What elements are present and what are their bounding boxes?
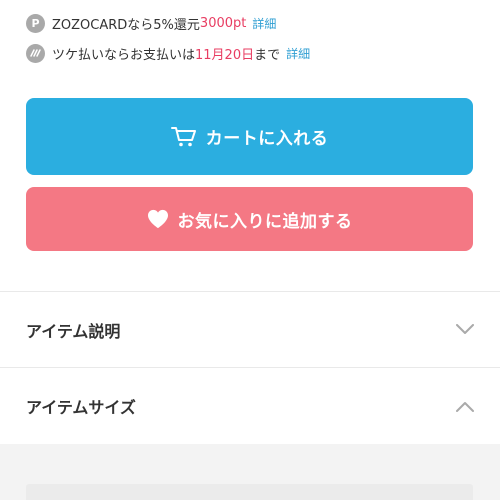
chevron-up-icon: [456, 401, 474, 412]
accordion-item-description[interactable]: アイテム説明: [0, 292, 500, 367]
promo-tsuke: ツケ払いならお支払いは 11月20日 まで 詳細: [26, 40, 310, 66]
promo-text: ZOZOCARDなら5%還元: [52, 17, 200, 33]
size-table-container: [26, 484, 473, 500]
promo-text: ツケ払いならお支払いは: [52, 47, 196, 63]
cart-icon: [170, 126, 196, 146]
promo-detail-link[interactable]: 詳細: [252, 15, 276, 32]
add-to-favorites-button[interactable]: お気に入りに追加する: [26, 187, 473, 251]
add-to-cart-label: カートに入れる: [205, 129, 329, 149]
accordion-title: アイテムサイズ: [26, 398, 136, 417]
accordion-title: アイテム説明: [26, 321, 121, 341]
heart-icon: [147, 209, 168, 229]
promo-text-after: まで: [254, 47, 281, 63]
p-point-icon: P: [26, 13, 45, 33]
tsuke-icon: [26, 43, 45, 63]
add-to-cart-button[interactable]: カートに入れる: [26, 98, 473, 175]
promo-zozocard: P ZOZOCARDなら5%還元 3000pt 詳細: [26, 10, 276, 36]
promo-highlight: 11月20日: [195, 47, 255, 63]
chevron-down-icon: [456, 324, 474, 334]
add-to-favorites-label: お気に入りに追加する: [177, 211, 353, 232]
promo-highlight: 3000pt: [199, 15, 247, 31]
promo-detail-link[interactable]: 詳細: [286, 45, 310, 62]
accordion-item-size[interactable]: アイテムサイズ: [0, 368, 500, 444]
